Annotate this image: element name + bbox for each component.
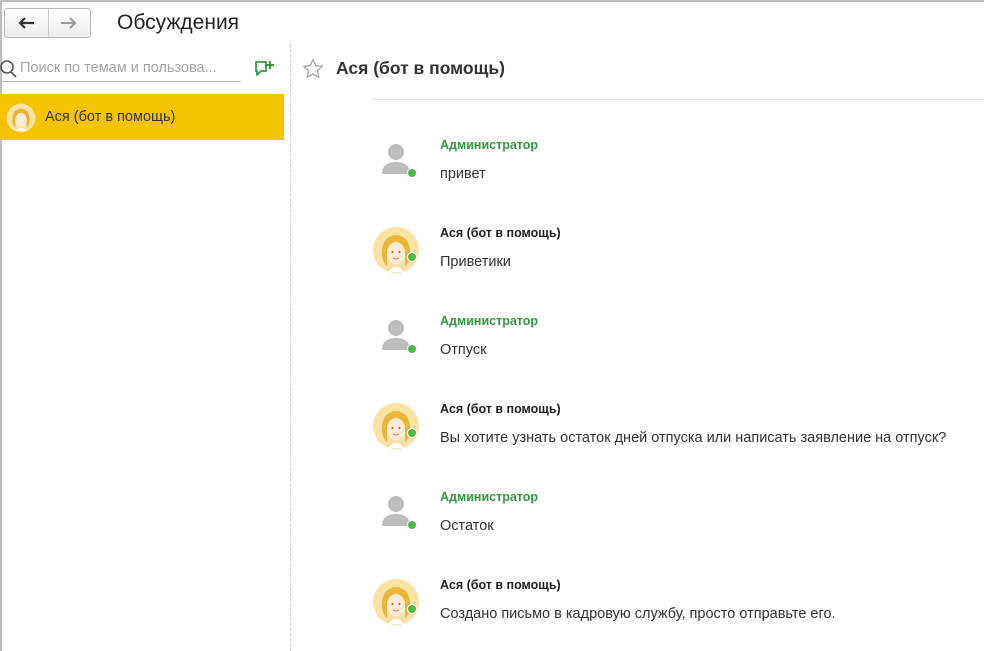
thread-header-divider <box>372 99 984 100</box>
online-indicator <box>407 428 417 438</box>
thread-title: Ася (бот в помощь) <box>336 58 505 78</box>
user-icon <box>382 496 410 526</box>
history-navigation <box>4 8 91 38</box>
message-author[interactable]: Администратор <box>440 314 538 328</box>
message-item: Ася (бот в помощь) Создано письмо в кадр… <box>372 578 984 648</box>
message-item: Ася (бот в помощь) Приветики <box>372 226 984 296</box>
user-icon <box>382 144 410 174</box>
new-topic-button[interactable] <box>252 58 276 80</box>
bot-avatar <box>372 578 420 626</box>
user-icon <box>382 320 410 350</box>
bot-avatar-icon <box>373 403 419 449</box>
message-text: привет <box>440 166 486 182</box>
message-author[interactable]: Ася (бот в помощь) <box>440 402 561 416</box>
message-item: Администратор Отпуск <box>372 314 984 384</box>
topic-item-asya-bot[interactable]: Ася (бот в помощь) <box>0 94 284 140</box>
search-input[interactable] <box>20 58 240 78</box>
message-text: Создано письмо в кадровую службу, просто… <box>440 606 836 622</box>
add-chat-icon <box>255 61 274 76</box>
message-author[interactable]: Ася (бот в помощь) <box>440 226 561 240</box>
arrow-right-icon <box>61 17 77 29</box>
arrow-left-icon <box>18 17 35 29</box>
online-indicator <box>407 168 417 178</box>
message-item: Администратор привет <box>372 138 984 208</box>
message-author[interactable]: Администратор <box>440 138 538 152</box>
admin-avatar <box>372 314 420 362</box>
back-button[interactable] <box>5 9 48 37</box>
online-indicator <box>407 252 417 262</box>
online-indicator <box>407 604 417 614</box>
admin-avatar <box>372 138 420 186</box>
admin-avatar <box>372 490 420 538</box>
message-item: Администратор Остаток <box>372 490 984 560</box>
bot-avatar <box>372 402 420 450</box>
bot-avatar <box>372 226 420 274</box>
bot-avatar-icon <box>373 227 419 273</box>
message-text: Приветики <box>440 254 511 270</box>
online-indicator <box>407 344 417 354</box>
favorite-star-icon[interactable] <box>302 58 324 79</box>
search-icon <box>0 60 17 78</box>
message-text: Отпуск <box>440 342 487 358</box>
message-item: Ася (бот в помощь) Вы хотите узнать оста… <box>372 402 984 472</box>
page-title: Обсуждения <box>117 11 240 34</box>
forward-button[interactable] <box>47 9 91 37</box>
message-text: Вы хотите узнать остаток дней отпуска ил… <box>440 430 947 446</box>
message-text: Остаток <box>440 518 494 534</box>
online-indicator <box>407 520 417 530</box>
message-author[interactable]: Ася (бот в помощь) <box>440 578 561 592</box>
bot-avatar-icon <box>6 103 36 133</box>
topic-list: Ася (бот в помощь) <box>0 94 285 140</box>
topic-label: Ася (бот в помощь) <box>45 109 176 125</box>
message-author[interactable]: Администратор <box>440 490 538 504</box>
panel-divider[interactable] <box>290 44 291 651</box>
bot-avatar-icon <box>373 579 419 625</box>
topic-search <box>0 56 241 82</box>
